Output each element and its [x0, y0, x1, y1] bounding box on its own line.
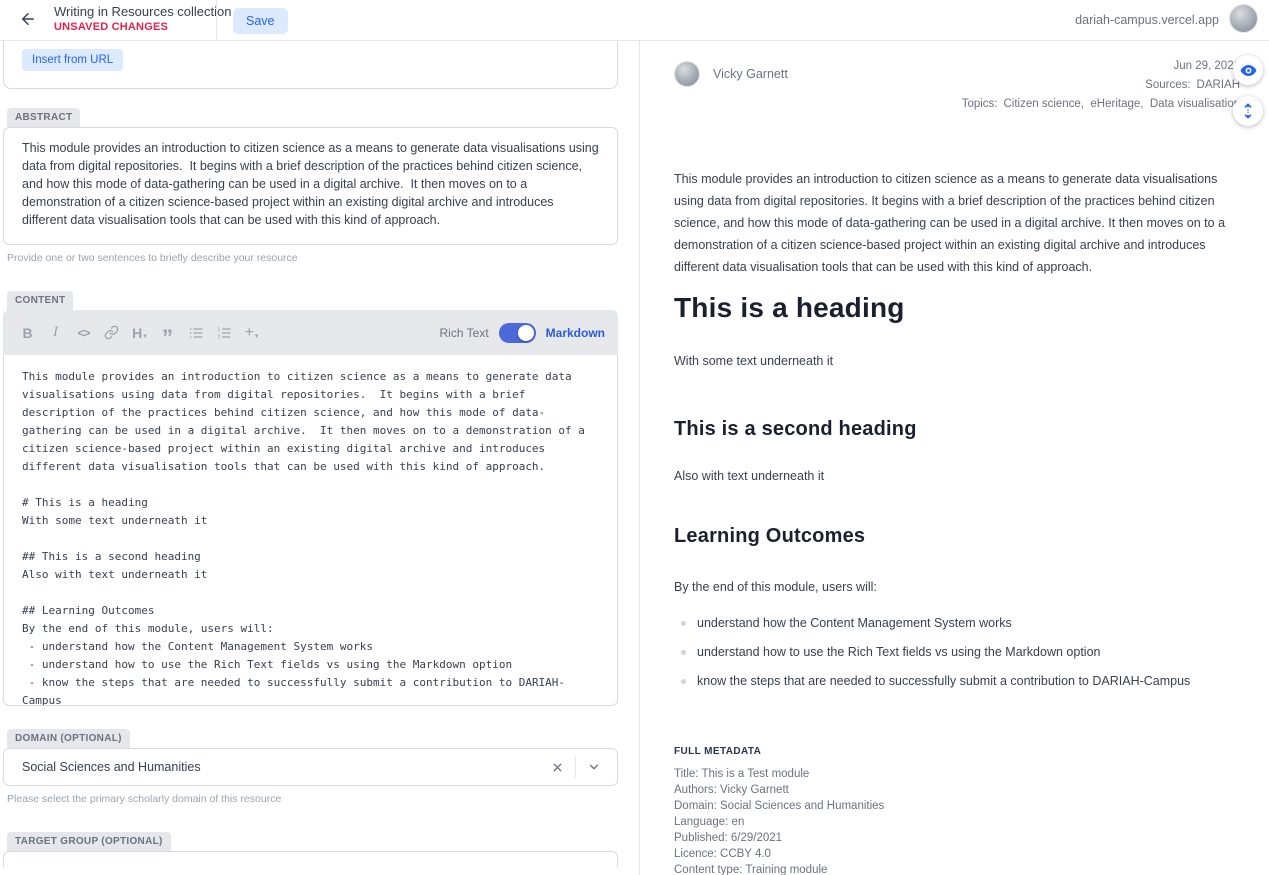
preview-paragraph: This module provides an introduction to …: [674, 168, 1237, 278]
content-field-label: CONTENT: [7, 291, 73, 310]
insert-block-icon[interactable]: + ▾: [240, 320, 263, 346]
select-divider: [575, 756, 576, 778]
top-bar-divider: [216, 0, 217, 40]
metadata-line: Title: This is a Test module: [674, 766, 1237, 782]
site-hostname: dariah-campus.vercel.app: [1075, 13, 1219, 27]
arrows-up-down-icon: [1239, 102, 1257, 120]
target-group-section: TARGET GROUP (OPTIONAL): [3, 831, 618, 867]
content-section: CONTENT B I <> H ▾ ” 12 + ▾: [3, 290, 618, 706]
metadata-line: Content type: Training module: [674, 862, 1237, 875]
user-avatar[interactable]: [1229, 4, 1258, 33]
open-dropdown-button[interactable]: [583, 756, 605, 778]
metadata-line: Published: 6/29/2021: [674, 830, 1237, 846]
insert-from-url-button[interactable]: Insert from URL: [22, 49, 123, 71]
scroll-sync-button[interactable]: [1233, 96, 1263, 126]
numbered-list-icon[interactable]: 12: [212, 320, 235, 346]
target-group-select[interactable]: [3, 851, 618, 867]
code-icon[interactable]: <>: [72, 320, 95, 346]
metadata-line: Language: en: [674, 814, 1237, 830]
domain-selected-value: Social Sciences and Humanities: [22, 760, 546, 774]
list-item: understand how the Content Management Sy…: [674, 612, 1237, 634]
preview-paragraph: With some text underneath it: [674, 350, 1237, 372]
svg-text:2: 2: [217, 334, 220, 340]
preview-author-row: Vicky Garnett: [674, 61, 788, 87]
bullet-dot: [681, 621, 686, 626]
author-name: Vicky Garnett: [713, 67, 788, 81]
editor-mode-switch: Rich Text Markdown: [440, 323, 605, 343]
domain-helper-text: Please select the primary scholarly doma…: [7, 793, 618, 805]
abstract-field-label: ABSTRACT: [7, 108, 80, 127]
rich-text-toolbar: B I <> H ▾ ” 12 + ▾ Ric: [3, 310, 618, 355]
rich-text-markdown-toggle[interactable]: [499, 323, 536, 343]
preview-heading-2: This is a second heading: [674, 418, 1237, 441]
preview-heading-outcomes: Learning Outcomes: [674, 525, 1237, 548]
bulleted-list-icon[interactable]: [184, 320, 207, 346]
abstract-helper-text: Provide one or two sentences to briefly …: [7, 252, 618, 264]
chevron-down-icon: ▾: [143, 332, 147, 346]
toggle-knob: [518, 325, 534, 341]
svg-text:1: 1: [217, 327, 220, 333]
bold-icon[interactable]: B: [16, 320, 39, 346]
domain-section: DOMAIN (OPTIONAL) Social Sciences and Hu…: [3, 728, 618, 805]
title-block: Writing in Resources collection UNSAVED …: [54, 4, 232, 33]
editor-form-panel: Insert from URL ABSTRACT This module pro…: [0, 41, 640, 875]
metadata-line: Domain: Social Sciences and Humanities: [674, 798, 1237, 814]
quote-icon[interactable]: ”: [156, 320, 179, 346]
heading-icon[interactable]: H ▾: [128, 320, 151, 346]
close-icon: [551, 761, 564, 774]
list-item: understand how to use the Rich Text fiel…: [674, 641, 1237, 663]
preview-date: Jun 29, 2021: [962, 57, 1240, 76]
preview-sources: Sources: DARIAH: [962, 76, 1240, 95]
arrow-left-icon: [19, 10, 37, 28]
sources-value: DARIAH: [1197, 79, 1240, 91]
back-button[interactable]: [16, 7, 40, 31]
preview-meta-block: Jun 29, 2021 Sources: DARIAH Topics: Citiz…: [962, 57, 1240, 114]
eye-icon: [1239, 61, 1258, 80]
top-bar: Writing in Resources collection UNSAVED …: [0, 0, 1269, 41]
preview-paragraph: Also with text underneath it: [674, 465, 1237, 487]
featured-image-field: Insert from URL: [3, 41, 618, 89]
preview-topics: Topics: Citizen science, eHeritage, Data …: [962, 95, 1240, 114]
list-item: know the steps that are needed to succes…: [674, 670, 1237, 692]
preview-panel: Vicky Garnett Jun 29, 2021 Sources: DARIA…: [641, 41, 1269, 875]
clear-selection-button[interactable]: [546, 756, 568, 778]
save-button[interactable]: Save: [233, 8, 288, 34]
abstract-section: ABSTRACT This module provides an introdu…: [3, 107, 618, 264]
link-icon[interactable]: [100, 320, 123, 346]
chevron-down-icon: [587, 760, 601, 774]
full-metadata-block: FULL METADATA Title: This is a Test modu…: [674, 746, 1237, 875]
domain-field-label: DOMAIN (OPTIONAL): [7, 729, 130, 748]
sources-label: Sources:: [1145, 79, 1190, 91]
full-metadata-label: FULL METADATA: [674, 746, 1237, 757]
top-bar-left: Writing in Resources collection UNSAVED …: [16, 4, 232, 33]
chevron-down-icon: ▾: [255, 332, 259, 346]
rich-text-label: Rich Text: [440, 326, 489, 340]
bullet-dot: [681, 650, 686, 655]
target-group-field-label: TARGET GROUP (OPTIONAL): [7, 832, 171, 851]
topics-value: Citizen science, eHeritage, Data visuali…: [1003, 98, 1240, 110]
author-avatar: [674, 61, 700, 87]
metadata-line: Licence: CCBY 4.0: [674, 846, 1237, 862]
metadata-line: Authors: Vicky Garnett: [674, 782, 1237, 798]
italic-icon[interactable]: I: [44, 320, 67, 346]
preview-bullet-list: understand how the Content Management Sy…: [674, 612, 1237, 692]
abstract-textarea[interactable]: This module provides an introduction to …: [3, 127, 618, 245]
domain-select[interactable]: Social Sciences and Humanities: [3, 748, 618, 786]
toggle-preview-button[interactable]: [1233, 55, 1263, 85]
markdown-content-textarea[interactable]: This module provides an introduction to …: [3, 355, 618, 706]
unsaved-changes-status: UNSAVED CHANGES: [54, 21, 232, 33]
preview-heading-1: This is a heading: [674, 292, 1237, 324]
topics-label: Topics:: [962, 98, 998, 110]
preview-content: This module provides an introduction to …: [674, 168, 1237, 875]
bullet-dot: [681, 679, 686, 684]
page-title: Writing in Resources collection: [54, 4, 232, 19]
preview-paragraph: By the end of this module, users will:: [674, 576, 1237, 598]
markdown-label: Markdown: [546, 326, 605, 340]
